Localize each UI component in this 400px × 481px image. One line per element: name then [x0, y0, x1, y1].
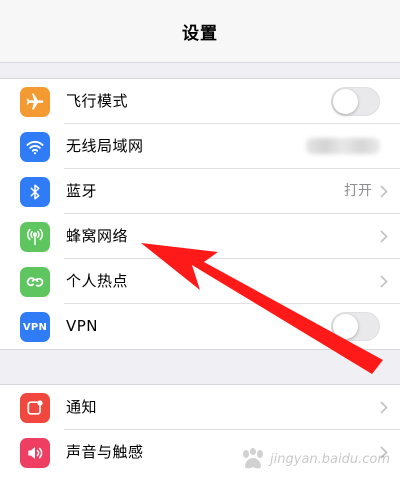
- settings-row-airplane-mode[interactable]: 飞行模式: [0, 79, 400, 124]
- settings-row-label: 通知: [66, 398, 98, 416]
- chevron-right-icon: [380, 275, 388, 288]
- hotspot-icon: [20, 267, 50, 297]
- settings-group-connectivity: 飞行模式 无线局域网 蓝牙 打开 蜂窝网络 个人热点 VPN VPN: [0, 78, 400, 350]
- bluetooth-status-value: 打开: [344, 183, 372, 199]
- watermark: jingyan.baidu.com: [240, 448, 390, 470]
- settings-row-vpn[interactable]: VPN VPN: [0, 304, 400, 349]
- settings-row-label: 蓝牙: [66, 182, 98, 200]
- wifi-network-value-blurred: [306, 138, 380, 154]
- airplane-icon: [20, 87, 50, 117]
- wifi-icon: [20, 132, 50, 162]
- sound-icon: [20, 438, 50, 468]
- vpn-toggle[interactable]: [331, 312, 380, 341]
- settings-row-label: 声音与触感: [66, 443, 144, 461]
- chevron-right-icon: [380, 230, 388, 243]
- settings-row-cellular[interactable]: 蜂窝网络: [0, 214, 400, 259]
- settings-row-label: 无线局域网: [66, 137, 144, 155]
- bluetooth-icon: [20, 177, 50, 207]
- settings-row-label: VPN: [66, 317, 99, 335]
- settings-row-label: 蜂窝网络: [66, 227, 129, 245]
- page-title: 设置: [182, 23, 218, 44]
- settings-row-label: 个人热点: [66, 272, 129, 290]
- settings-row-bluetooth[interactable]: 蓝牙 打开: [0, 169, 400, 214]
- settings-row-wifi[interactable]: 无线局域网: [0, 124, 400, 169]
- navigation-bar: 设置: [0, 0, 400, 63]
- settings-row-personal-hotspot[interactable]: 个人热点: [0, 259, 400, 304]
- vpn-icon: VPN: [20, 312, 50, 342]
- antenna-icon: [20, 222, 50, 252]
- watermark-text: jingyan.baidu.com: [270, 451, 390, 467]
- chevron-right-icon: [380, 185, 388, 198]
- notification-icon: [20, 393, 50, 423]
- settings-row-label: 飞行模式: [66, 92, 129, 110]
- airplane-mode-toggle[interactable]: [331, 87, 380, 116]
- baidu-paw-logo-icon: [243, 448, 264, 469]
- chevron-right-icon: [380, 401, 388, 414]
- vpn-icon-text: VPN: [22, 321, 48, 333]
- toggle-knob: [333, 89, 358, 114]
- toggle-knob: [333, 314, 358, 339]
- settings-row-notifications[interactable]: 通知: [0, 385, 400, 430]
